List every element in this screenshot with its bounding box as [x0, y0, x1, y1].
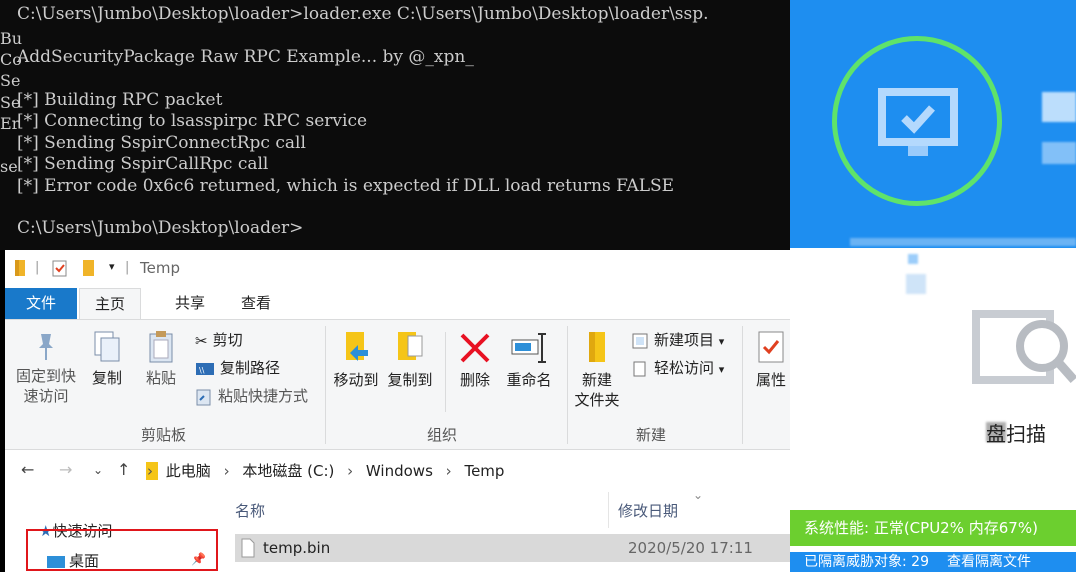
- properties-quick-icon[interactable]: [51, 258, 69, 282]
- rename-button[interactable]: 重命名: [503, 330, 555, 390]
- console-prompt: C:\Users\Jumbo\Desktop\loader>: [17, 218, 304, 238]
- file-name: temp.bin: [263, 539, 331, 557]
- column-name[interactable]: 名称: [235, 500, 265, 521]
- copy-to-button[interactable]: 复制到: [385, 330, 435, 390]
- up-arrow-icon[interactable]: ↑: [117, 460, 130, 479]
- tab-file[interactable]: 文件: [5, 288, 77, 319]
- paste-shortcut-icon: [196, 389, 211, 405]
- console-step: [*] Sending SspirCallRpc call: [17, 154, 269, 174]
- pin-icon: [39, 334, 53, 360]
- svg-text:\\: \\: [199, 366, 205, 375]
- pin-quick-access-button[interactable]: 固定到快 速访问: [13, 330, 79, 406]
- easy-access-button[interactable]: 轻松访问 ▾: [631, 356, 724, 380]
- copy-path-icon: \\: [196, 362, 214, 375]
- ribbon-home: 固定到快 速访问 复制 粘贴 ✂ 剪切 \\ 复制路径 粘贴快捷方式 剪贴板 移动到…: [5, 319, 790, 450]
- monitor-check-icon: [878, 88, 958, 156]
- console-step: [*] Error code 0x6c6 returned, which is …: [17, 176, 675, 196]
- breadcrumb[interactable]: › 此电脑 › 本地磁盘 (C:) › Windows › Temp: [147, 460, 512, 481]
- new-item-icon: [632, 333, 648, 348]
- back-arrow-icon[interactable]: ←: [21, 460, 34, 479]
- column-modified[interactable]: 修改日期: [618, 500, 678, 521]
- move-to-button[interactable]: 移动到: [331, 330, 381, 390]
- system-status-bar: 系统性能: 正常(CPU2% 内存67%): [790, 510, 1076, 546]
- recent-locations-icon[interactable]: ⌄: [93, 463, 103, 477]
- new-group-label: 新建: [636, 426, 667, 444]
- tab-share[interactable]: 共享: [161, 288, 219, 319]
- console-banner: AddSecurityPackage Raw RPC Example... by…: [17, 47, 474, 67]
- new-folder-quick-icon[interactable]: [81, 258, 97, 282]
- tab-home[interactable]: 主页: [79, 288, 141, 319]
- paste-icon: [149, 331, 173, 363]
- console-step: [*] Connecting to lsasspirpc RPC service: [17, 111, 368, 131]
- file-row[interactable]: temp.bin 2020/5/20 17:11: [235, 534, 790, 562]
- quarantine-count: 已隔离威胁对象: 29: [804, 554, 929, 570]
- file-icon: [241, 538, 255, 558]
- customize-quick-access-icon[interactable]: ▾: [109, 260, 115, 273]
- new-folder-button[interactable]: 新建 文件夹: [571, 330, 623, 410]
- cut-button[interactable]: ✂ 剪切: [195, 328, 243, 352]
- security-header: [790, 0, 1076, 248]
- forward-arrow-icon[interactable]: →: [59, 460, 72, 479]
- organize-group-label: 组织: [427, 426, 458, 444]
- file-date: 2020/5/20 17:11: [628, 539, 753, 557]
- console-command-line: C:\Users\Jumbo\Desktop\loader>loader.exe…: [17, 4, 709, 24]
- quarantine-bar: 已隔离威胁对象: 29 查看隔离文件: [790, 552, 1076, 572]
- console-step: [*] Sending SspirConnectRpc call: [17, 133, 306, 153]
- delete-x-icon: [460, 333, 490, 363]
- move-to-icon: [346, 332, 368, 361]
- breadcrumb-item[interactable]: Windows: [366, 462, 433, 480]
- copy-path-button[interactable]: \\ 复制路径: [195, 356, 280, 380]
- dropdown-arrow-icon: ▾: [718, 335, 725, 348]
- new-folder-icon: [589, 332, 605, 362]
- console-left-fragment: se: [0, 157, 18, 176]
- copy-icon: [94, 331, 120, 362]
- breadcrumb-item[interactable]: 此电脑: [166, 462, 211, 480]
- copy-button[interactable]: 复制: [87, 330, 127, 388]
- easy-access-icon: [633, 361, 646, 376]
- window-title: Temp: [140, 259, 180, 277]
- copy-to-icon: [398, 332, 423, 360]
- breadcrumb-item[interactable]: Temp: [464, 462, 504, 480]
- console-step: [*] Building RPC packet: [17, 90, 223, 110]
- folder-icon: [13, 258, 27, 282]
- dropdown-arrow-icon: ▾: [718, 363, 725, 376]
- paste-button[interactable]: 粘贴: [141, 330, 181, 388]
- clipboard-group-label: 剪贴板: [141, 426, 187, 444]
- disk-scan-label[interactable]: 盘扫描: [986, 418, 1046, 447]
- new-item-button[interactable]: 新建项目 ▾: [631, 328, 724, 352]
- console-window[interactable]: Bu Co Se Se Er se C:\Users\Jumbo\Desktop…: [0, 0, 790, 250]
- view-quarantine-link[interactable]: 查看隔离文件: [947, 554, 1031, 570]
- security-software-panel: 盘扫描 系统性能: 正常(CPU2% 内存67%) 已隔离威胁对象: 29 查看隔…: [790, 0, 1076, 572]
- scissors-icon: ✂: [195, 331, 208, 350]
- breadcrumb-item[interactable]: 本地磁盘 (C:): [242, 462, 334, 480]
- rename-icon: [511, 333, 546, 363]
- ribbon-tabs: 文件 主页 共享 查看: [5, 288, 790, 319]
- properties-button[interactable]: 属性: [753, 330, 789, 390]
- tab-view[interactable]: 查看: [227, 288, 285, 319]
- properties-icon: [758, 331, 784, 363]
- file-explorer-window[interactable]: | ▾ | Temp 文件 主页 共享 查看 固定到快 速访问 复制 粘贴 ✂: [5, 250, 790, 572]
- address-bar-row: ← → ⌄ ↑ › 此电脑 › 本地磁盘 (C:) › Windows › Te…: [5, 450, 790, 492]
- file-list: 名称 修改日期 ⌄ temp.bin 2020/5/20 17:11: [215, 488, 790, 572]
- console-left-fragment: Se: [0, 71, 21, 90]
- disk-scan-icon: [972, 310, 1076, 384]
- highlight-box: [26, 529, 218, 571]
- sort-chevron-icon: ⌄: [693, 488, 704, 502]
- title-bar: | ▾ | Temp: [5, 250, 790, 288]
- delete-button[interactable]: 删除: [455, 330, 495, 390]
- paste-shortcut-button[interactable]: 粘贴快捷方式: [195, 384, 308, 408]
